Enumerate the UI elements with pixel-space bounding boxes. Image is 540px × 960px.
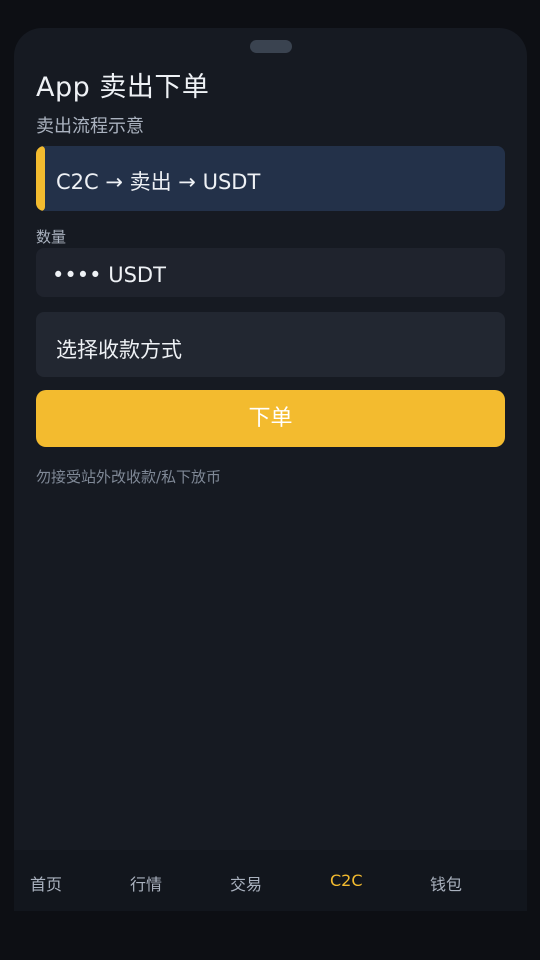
page-subtitle: 卖出流程示意: [36, 116, 144, 137]
tab-trade[interactable]: 交易: [230, 871, 262, 895]
quantity-input[interactable]: •••• USDT: [36, 248, 505, 297]
tab-market[interactable]: 行情: [130, 871, 162, 895]
tab-wallet[interactable]: 钱包: [430, 871, 462, 895]
tab-c2c[interactable]: C2C: [330, 871, 363, 890]
flow-text: C2C → 卖出 → USDT: [56, 170, 261, 194]
place-order-button[interactable]: 下单: [36, 390, 505, 447]
safety-warning: 勿接受站外改收款/私下放币: [36, 468, 222, 486]
app-screen: App 卖出下单 卖出流程示意 C2C → 卖出 → USDT 数量 •••• …: [14, 28, 527, 911]
flow-accent-bar: [36, 146, 45, 211]
payment-method-select[interactable]: 选择收款方式: [36, 312, 505, 377]
notch: [250, 40, 292, 53]
quantity-label: 数量: [36, 228, 67, 246]
tab-home[interactable]: 首页: [30, 871, 62, 895]
page-title: App 卖出下单: [36, 72, 210, 103]
bottom-tab-bar: 首页 行情 交易 C2C 钱包: [14, 850, 527, 911]
sell-flow-banner: C2C → 卖出 → USDT: [36, 146, 505, 211]
